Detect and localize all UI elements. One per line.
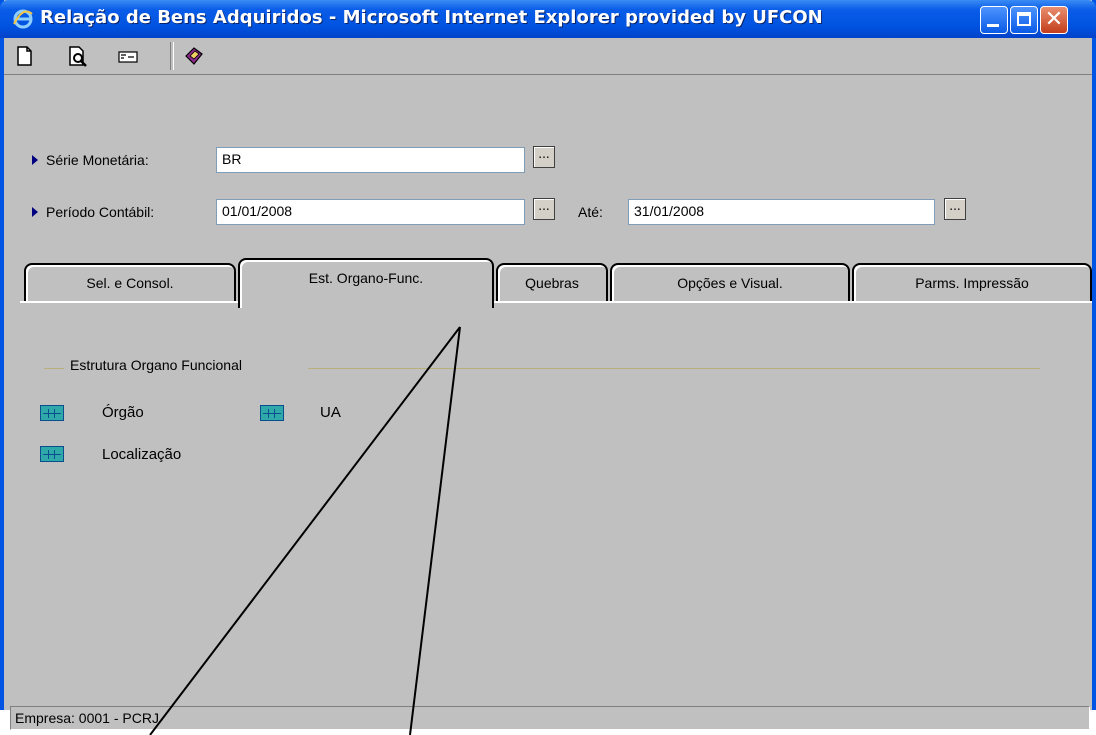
status-bar: Empresa: 0001 - PCRJ [10,706,1090,730]
localizacao-option[interactable]: Localização [102,446,181,463]
export-icon[interactable] [116,44,140,68]
tab-quebras[interactable]: Quebras [496,263,608,301]
periodo-to-browse-button[interactable]: ... [944,198,966,220]
minimize-button[interactable] [980,6,1008,34]
tab-parms-impressao[interactable]: Parms. Impressão [852,263,1092,301]
bullet-arrow-icon [32,155,38,165]
app-window [0,0,1096,710]
table-icon [260,405,284,421]
tab-opcoes-visual[interactable]: Opções e Visual. [610,263,850,301]
maximize-button[interactable] [1010,6,1038,34]
orgao-option[interactable]: Órgão [102,404,144,421]
help-book-icon[interactable] [182,44,206,68]
serie-monetaria-label: Série Monetária: [46,152,149,168]
print-preview-icon[interactable] [66,44,90,68]
periodo-from-input[interactable]: 01/01/2008 [216,199,525,225]
tab-strip-line [20,301,1092,303]
title-bar[interactable]: Relação de Bens Adquiridos - Microsoft I… [0,0,1096,38]
maximize-icon [1017,12,1031,26]
status-text: Empresa: 0001 - PCRJ [15,710,159,726]
minimize-icon [987,24,999,27]
periodo-to-input[interactable]: 31/01/2008 [628,199,935,225]
close-button[interactable]: ✕ [1040,6,1068,34]
ua-option[interactable]: UA [320,404,341,421]
serie-monetaria-input[interactable]: BR [216,147,525,173]
internet-explorer-icon [13,9,33,29]
group-line-left [44,368,64,369]
toolbar [4,38,1092,75]
group-title: Estrutura Organo Funcional [70,357,242,373]
tab-est-organo-func[interactable]: Est. Organo-Func. [238,258,494,308]
new-document-icon[interactable] [12,44,36,68]
tab-sel-consol[interactable]: Sel. e Consol. [24,263,236,301]
ate-label: Até: [578,204,603,220]
table-icon [40,446,64,462]
toolbar-separator [170,42,174,70]
group-line-right [308,368,1040,369]
periodo-from-browse-button[interactable]: ... [533,198,555,220]
table-icon [40,405,64,421]
window-title: Relação de Bens Adquiridos - Microsoft I… [40,7,823,28]
serie-monetaria-browse-button[interactable]: ... [533,146,555,168]
bullet-arrow-icon [32,207,38,217]
close-icon: ✕ [1044,7,1064,32]
periodo-contabil-label: Período Contábil: [46,204,155,220]
